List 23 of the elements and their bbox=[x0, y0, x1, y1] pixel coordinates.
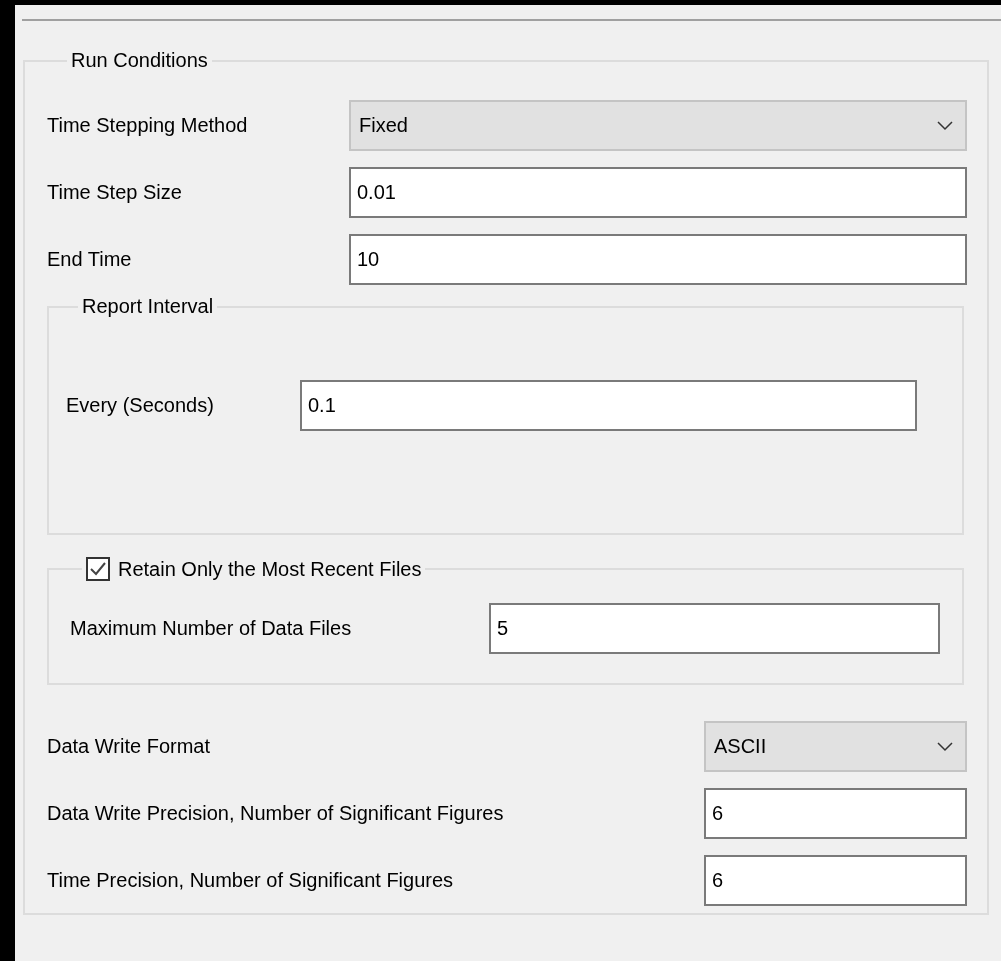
dropdown[interactable]: Fixed bbox=[349, 100, 967, 151]
field-label: Time Precision, Number of Significant Figures bbox=[47, 869, 455, 892]
input-field[interactable]: 0.1 bbox=[300, 380, 917, 431]
dropdown[interactable]: ASCII bbox=[704, 721, 967, 772]
checkbox[interactable] bbox=[86, 557, 110, 581]
group-title: Report Interval bbox=[81, 295, 215, 318]
field-label: Time Step Size bbox=[47, 181, 183, 204]
input-field[interactable]: 6 bbox=[704, 788, 967, 839]
checkmark-icon bbox=[90, 562, 106, 576]
input-field[interactable]: 0.01 bbox=[349, 167, 967, 218]
group-title: Run Conditions bbox=[70, 49, 209, 72]
chevron-down-icon bbox=[937, 741, 953, 752]
input-field[interactable]: 5 bbox=[489, 603, 940, 654]
field-label: Maximum Number of Data Files bbox=[70, 617, 353, 640]
checkbox-label: Retain Only the Most Recent Files bbox=[118, 557, 422, 581]
input-field[interactable]: 10 bbox=[349, 234, 967, 285]
input-field[interactable]: 6 bbox=[704, 855, 967, 906]
field-label: Every (Seconds) bbox=[66, 394, 215, 417]
field-label: End Time bbox=[47, 248, 133, 271]
field-label: Data Write Format bbox=[47, 735, 211, 758]
field-label: Data Write Precision, Number of Significant Figures bbox=[47, 802, 505, 825]
chevron-down-icon bbox=[937, 120, 953, 131]
field-label: Time Stepping Method bbox=[47, 114, 249, 137]
